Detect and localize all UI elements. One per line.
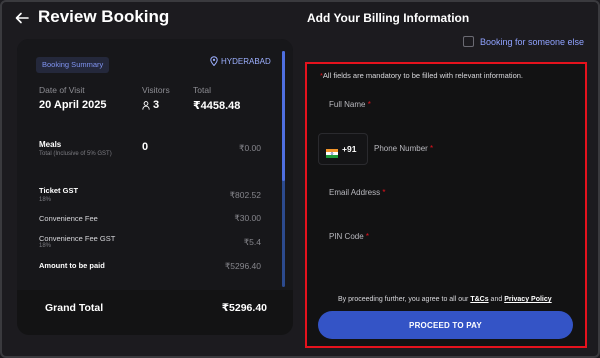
total-label: Total xyxy=(193,85,211,95)
amount-to-pay-label: Amount to be paid xyxy=(39,261,105,270)
terms-link[interactable]: T&Cs xyxy=(470,296,488,303)
convenience-fee-label: Convenience Fee xyxy=(39,214,98,223)
someone-else-label: Booking for someone else xyxy=(480,36,585,47)
pin-code-field[interactable]: PIN Code * xyxy=(318,226,573,248)
country-code: +91 xyxy=(342,144,357,154)
billing-title: Add Your Billing Information xyxy=(307,11,470,25)
meals-label: Meals xyxy=(39,140,62,149)
phone-number-field[interactable]: Phone Number * xyxy=(363,138,573,160)
page-title: Review Booking xyxy=(38,7,170,26)
mandatory-text: All fields are mandatory to be filled wi… xyxy=(322,71,524,80)
date-value: 20 April 2025 xyxy=(39,99,107,111)
ticket-gst-amount: ₹802.52 xyxy=(229,190,261,200)
convenience-fee-amount: ₹30.00 xyxy=(234,213,261,223)
total-value: ₹4458.48 xyxy=(193,100,241,112)
booking-summary-chip: Booking Summary xyxy=(36,57,110,73)
location-label: HYDERABAD xyxy=(210,56,271,67)
meals-amount: ₹0.00 xyxy=(239,143,261,153)
map-pin-icon xyxy=(210,56,218,67)
grand-total-value: ₹5296.40 xyxy=(221,302,267,314)
convenience-gst-amount: ₹5.4 xyxy=(243,237,261,247)
summary-scrollbar[interactable] xyxy=(282,51,285,181)
required-mark: * xyxy=(367,100,371,109)
privacy-policy-link[interactable]: Privacy Policy xyxy=(504,296,551,303)
required-mark: * xyxy=(365,232,370,241)
date-label: Date of Visit xyxy=(39,85,85,95)
email-placeholder: Email Address xyxy=(329,188,381,197)
full-name-placeholder: Full Name xyxy=(329,100,366,109)
country-code-selector[interactable]: +91 xyxy=(318,133,368,165)
back-arrow-icon[interactable] xyxy=(14,10,30,26)
convenience-gst-label: Convenience Fee GST xyxy=(39,234,116,243)
india-flag-icon xyxy=(326,145,338,158)
user-icon xyxy=(142,100,150,110)
required-mark: * xyxy=(430,144,434,153)
email-field[interactable]: Email Address * xyxy=(318,182,573,204)
amount-to-pay-value: ₹5296.40 xyxy=(224,261,261,271)
someone-else-checkbox[interactable] xyxy=(463,36,474,47)
ticket-gst-label: Ticket GST xyxy=(39,186,79,195)
proceed-to-pay-button[interactable]: PROCEED TO PAY xyxy=(318,311,573,339)
terms-and: and xyxy=(490,296,503,303)
meals-count: 0 xyxy=(142,141,149,153)
terms-text: By proceeding further, you agree to all … xyxy=(338,296,552,303)
mandatory-note: *All fields are mandatory to be filled w… xyxy=(320,71,523,80)
convenience-gst-rate: 18% xyxy=(39,243,52,249)
terms-prefix: By proceeding further, you agree to all … xyxy=(338,296,469,303)
visitors-count: 3 xyxy=(153,99,160,111)
visitors-value: 3 xyxy=(142,99,159,111)
visitors-label: Visitors xyxy=(142,85,170,95)
full-name-field[interactable]: Full Name * xyxy=(318,94,573,116)
required-mark: * xyxy=(382,188,386,197)
pin-placeholder: PIN Code xyxy=(329,232,364,241)
summary-details-panel xyxy=(17,39,293,290)
meals-sublabel: Total (Inclusive of 5% GST) xyxy=(39,151,112,157)
booking-for-someone-else[interactable]: Booking for someone else xyxy=(463,36,584,47)
grand-total-label: Grand Total xyxy=(45,302,104,314)
ticket-gst-rate: 18% xyxy=(39,197,52,203)
phone-placeholder: Phone Number xyxy=(374,144,428,153)
location-text: HYDERABAD xyxy=(221,56,271,66)
